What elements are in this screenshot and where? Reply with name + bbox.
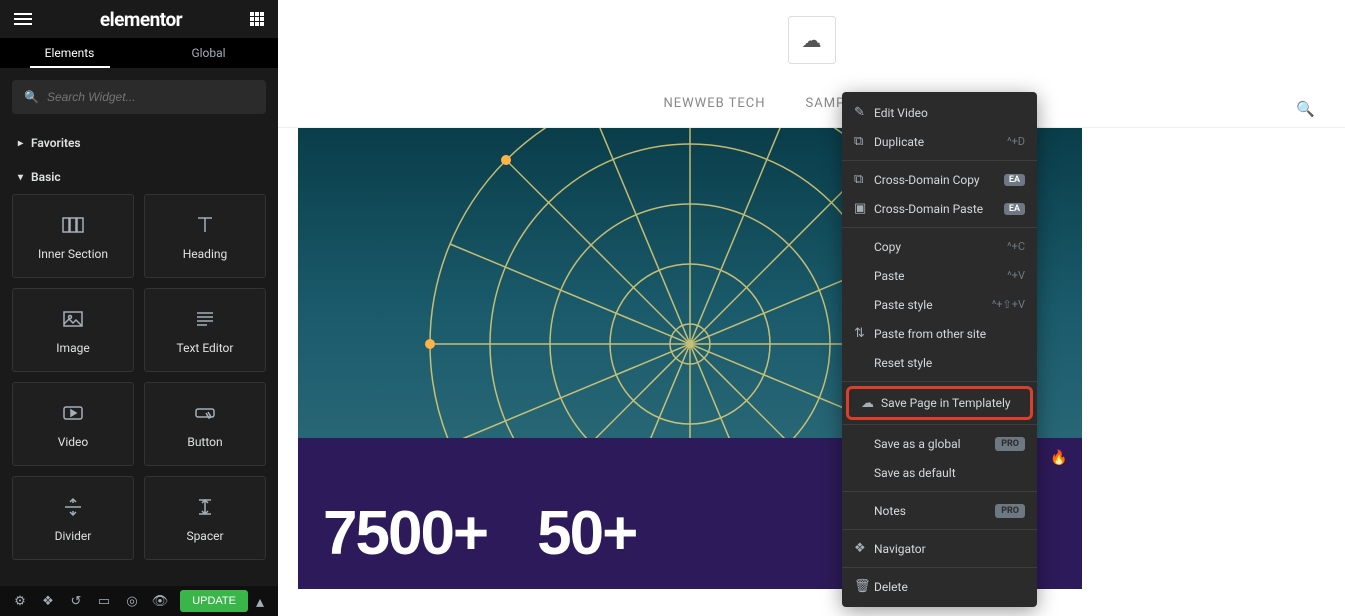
ctx-save-templately[interactable]: ☁ Save Page in Templately — [846, 386, 1033, 420]
button-icon — [193, 399, 217, 427]
divider-icon — [61, 493, 85, 521]
ctx-navigator[interactable]: ❖ Navigator — [842, 534, 1037, 563]
basic-group[interactable]: ▾Basic — [0, 160, 278, 194]
ctx-copy[interactable]: Copy ^+C — [842, 232, 1037, 261]
ctx-reset-style[interactable]: Reset style — [842, 348, 1037, 377]
ctx-paste-style[interactable]: Paste style ^+⇧+V — [842, 290, 1037, 319]
layers-nav-icon: ❖ — [854, 541, 874, 556]
arrows-icon: ⇅ — [854, 326, 874, 341]
ctx-delete[interactable]: 🗑 Delete — [842, 572, 1037, 601]
widgets-grid: Inner Section Heading Image Text Editor … — [0, 194, 278, 560]
preview-icon[interactable]: ◎ — [118, 586, 146, 616]
ctx-edit-video[interactable]: ✎ Edit Video — [842, 98, 1037, 127]
ctx-paste-other-site[interactable]: ⇅ Paste from other site — [842, 319, 1037, 348]
tab-global[interactable]: Global — [139, 38, 278, 68]
history-icon[interactable]: ↺ — [62, 586, 90, 616]
eye-icon[interactable]: 👁 — [146, 586, 174, 616]
sidebar-footer: ⚙ ❖ ↺ ▭ ◎ 👁 UPDATE ▴ — [0, 586, 278, 616]
tab-elements[interactable]: Elements — [0, 38, 139, 68]
hamburger-icon[interactable] — [14, 13, 32, 25]
ctx-cross-domain-paste[interactable]: ▣ Cross-Domain Paste EA — [842, 194, 1037, 223]
favorites-group[interactable]: ▸Favorites — [0, 126, 278, 160]
text-editor-icon — [193, 305, 217, 333]
ctx-cross-domain-copy[interactable]: ⧉ Cross-Domain Copy EA — [842, 165, 1037, 194]
cloud-upload-icon: ☁ — [861, 396, 881, 411]
nav-search-icon[interactable]: 🔍 — [1296, 100, 1315, 118]
sidebar-tabs: Elements Global — [0, 38, 278, 68]
ctx-save-global[interactable]: Save as a global PRO — [842, 429, 1037, 458]
site-nav: NEWWEB TECH SAMPLE PAGE JU — [278, 80, 1345, 128]
site-logo: ☁ — [788, 16, 836, 64]
save-options-arrow[interactable]: ▴ — [248, 586, 272, 616]
sidebar-header: elementor — [0, 0, 278, 38]
widget-spacer[interactable]: Spacer — [144, 476, 266, 560]
paste-icon: ▣ — [854, 201, 874, 216]
responsive-icon[interactable]: ▭ — [90, 586, 118, 616]
ctx-notes[interactable]: Notes PRO — [842, 496, 1037, 525]
site-header: ☁ — [278, 0, 1345, 80]
brand-logo: elementor — [100, 8, 182, 31]
widget-divider[interactable]: Divider — [12, 476, 134, 560]
heading-icon — [193, 211, 217, 239]
video-icon — [61, 399, 85, 427]
stat-1: 7500+ — [323, 498, 487, 569]
widget-inner-section[interactable]: Inner Section — [12, 194, 134, 278]
search-box: 🔍 — [12, 80, 266, 114]
fire-emoji-icon: 🔥 — [1050, 450, 1067, 466]
nav-item-1[interactable]: NEWWEB TECH — [663, 96, 765, 111]
context-menu: ✎ Edit Video ⧉ Duplicate ^+D ⧉ Cross-Dom… — [842, 92, 1037, 607]
apps-icon[interactable] — [250, 12, 264, 26]
widget-button[interactable]: Button — [144, 382, 266, 466]
ctx-save-default[interactable]: Save as default — [842, 458, 1037, 487]
pencil-icon: ✎ — [854, 105, 874, 120]
columns-icon — [61, 211, 85, 239]
editor-canvas: ☁ NEWWEB TECH SAMPLE PAGE JU 🔍 — [278, 0, 1345, 616]
layers-icon[interactable]: ❖ — [34, 586, 62, 616]
image-icon — [61, 305, 85, 333]
widget-video[interactable]: Video — [12, 382, 134, 466]
stat-2: 50+ — [537, 498, 636, 569]
update-button[interactable]: UPDATE — [180, 590, 248, 612]
widget-text-editor[interactable]: Text Editor — [144, 288, 266, 372]
copy-icon: ⧉ — [854, 172, 874, 187]
search-icon: 🔍 — [24, 90, 39, 104]
duplicate-icon: ⧉ — [854, 134, 874, 149]
spacer-icon — [193, 493, 217, 521]
ctx-duplicate[interactable]: ⧉ Duplicate ^+D — [842, 127, 1037, 156]
widget-image[interactable]: Image — [12, 288, 134, 372]
search-input[interactable] — [47, 90, 254, 104]
settings-icon[interactable]: ⚙ — [6, 586, 34, 616]
trash-icon: 🗑 — [854, 579, 874, 594]
ctx-paste[interactable]: Paste ^+V — [842, 261, 1037, 290]
widget-heading[interactable]: Heading — [144, 194, 266, 278]
elementor-sidebar: elementor Elements Global 🔍 ▸Favorites ▾… — [0, 0, 278, 616]
